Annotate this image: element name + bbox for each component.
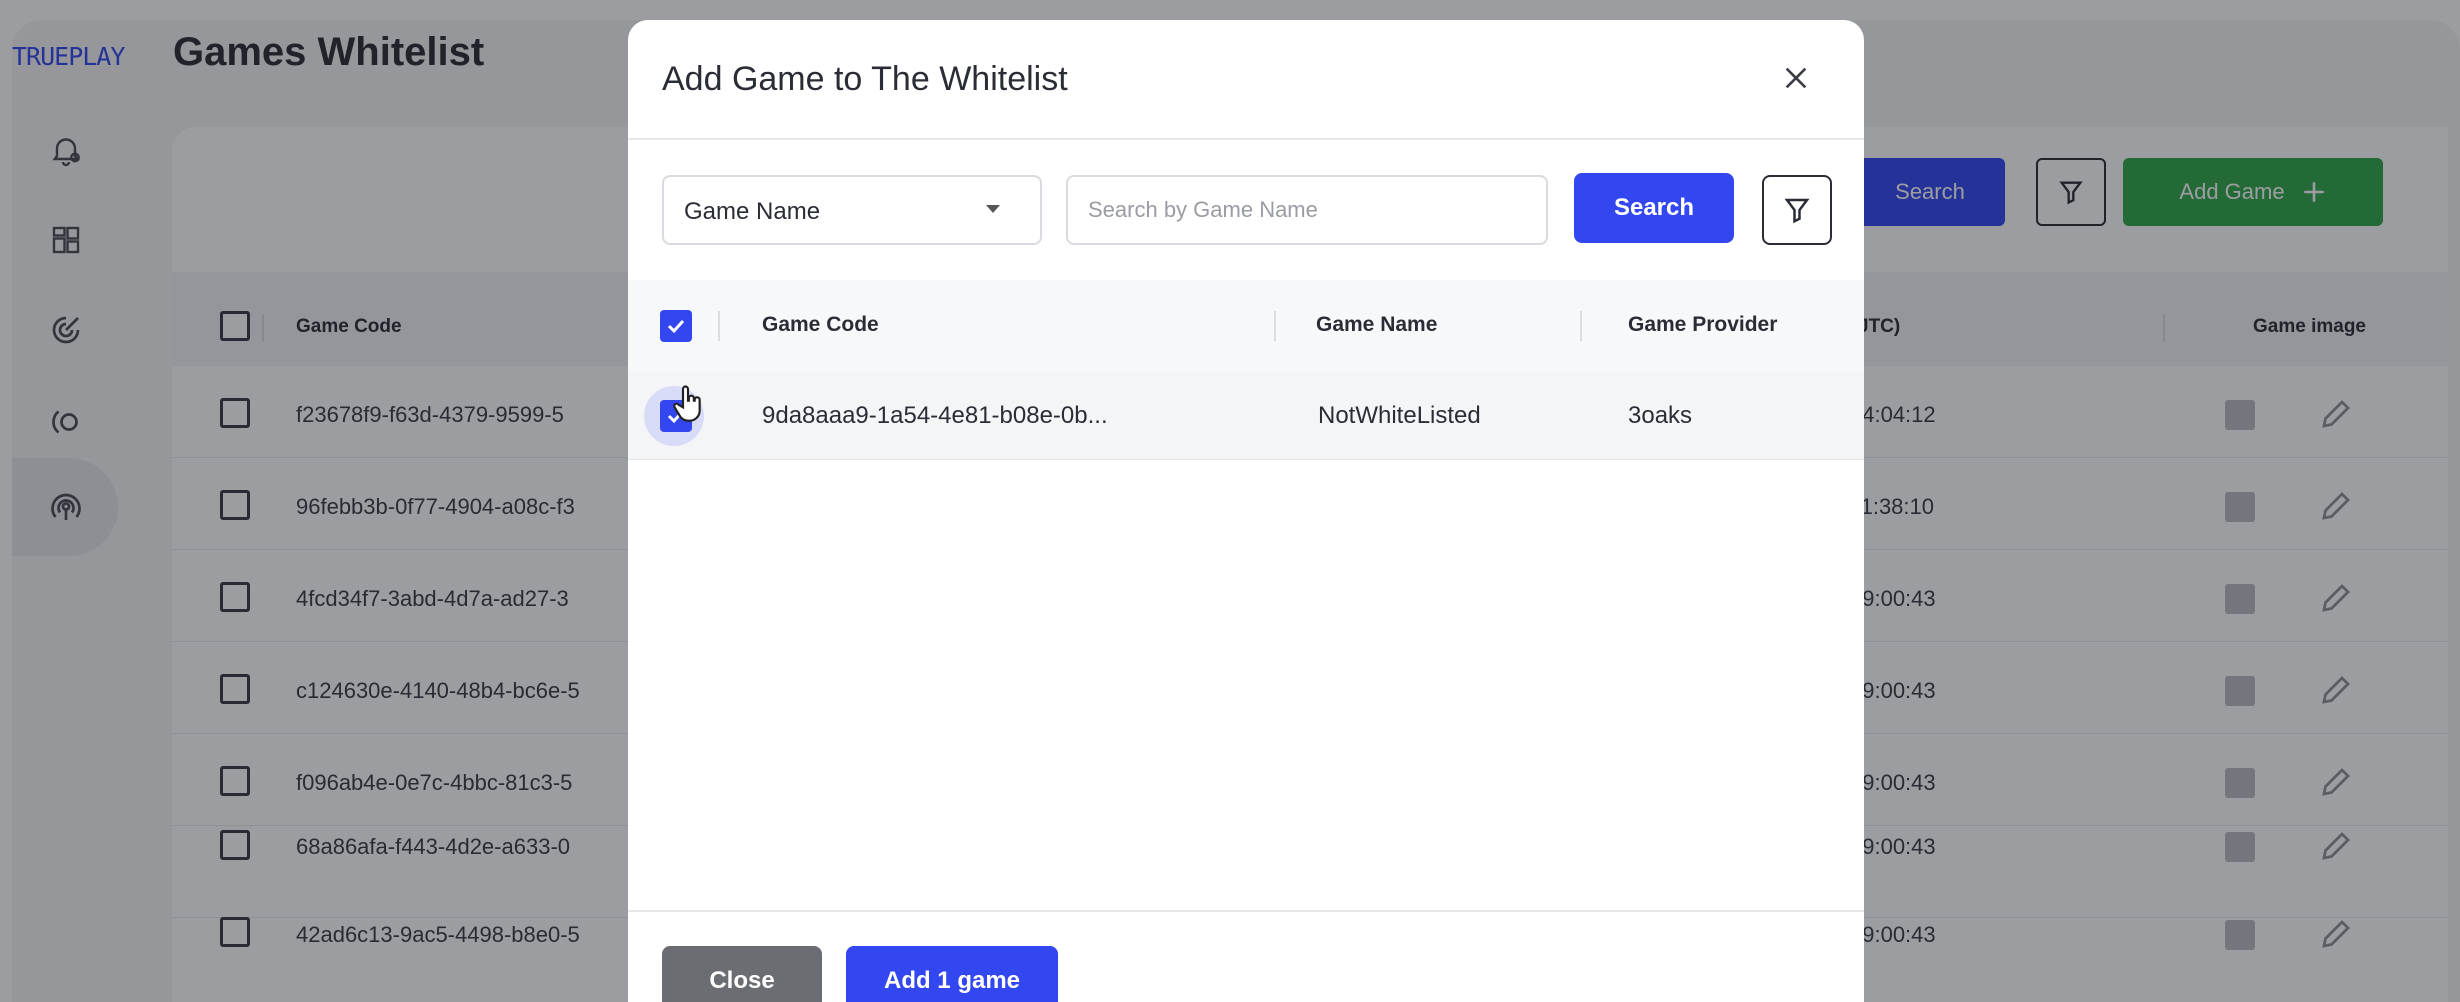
column-divider [718, 311, 720, 341]
column-header-game-provider: Game Provider [1628, 313, 1778, 336]
column-header-game-code: Game Code [762, 313, 879, 336]
check-icon [667, 319, 685, 334]
row-game-provider: 3oaks [1628, 402, 1693, 429]
close-button[interactable]: Close [662, 946, 822, 1002]
filter-icon [1784, 198, 1810, 224]
search-button[interactable]: Search [1574, 173, 1734, 243]
column-divider [1580, 311, 1582, 341]
select-all-checkbox[interactable] [660, 310, 692, 342]
row-game-name: NotWhiteListed [1318, 402, 1481, 429]
modal-table-header: Game Code Game Name Game Provider [628, 280, 1864, 372]
add-games-button[interactable]: Add 1 game [846, 946, 1058, 1002]
search-input[interactable] [1066, 175, 1548, 245]
hand-cursor-icon [673, 385, 701, 422]
table-row[interactable]: 9da8aaa9-1a54-4e81-b08e-0b... NotWhiteLi… [628, 372, 1864, 460]
chevron-down-icon [986, 205, 1000, 213]
row-game-code: 9da8aaa9-1a54-4e81-b08e-0b... [762, 402, 1108, 429]
column-header-game-name: Game Name [1316, 313, 1438, 336]
add-game-modal: Add Game to The Whitelist Game Name Sear… [628, 20, 1864, 1002]
divider [628, 910, 1864, 912]
column-divider [1274, 311, 1276, 341]
filter-button[interactable] [1762, 175, 1832, 245]
divider [628, 138, 1864, 140]
filter-field-select[interactable]: Game Name [662, 175, 1042, 245]
close-icon[interactable] [1776, 58, 1816, 98]
filter-field-value: Game Name [684, 198, 821, 225]
modal-title: Add Game to The Whitelist [662, 60, 1068, 98]
